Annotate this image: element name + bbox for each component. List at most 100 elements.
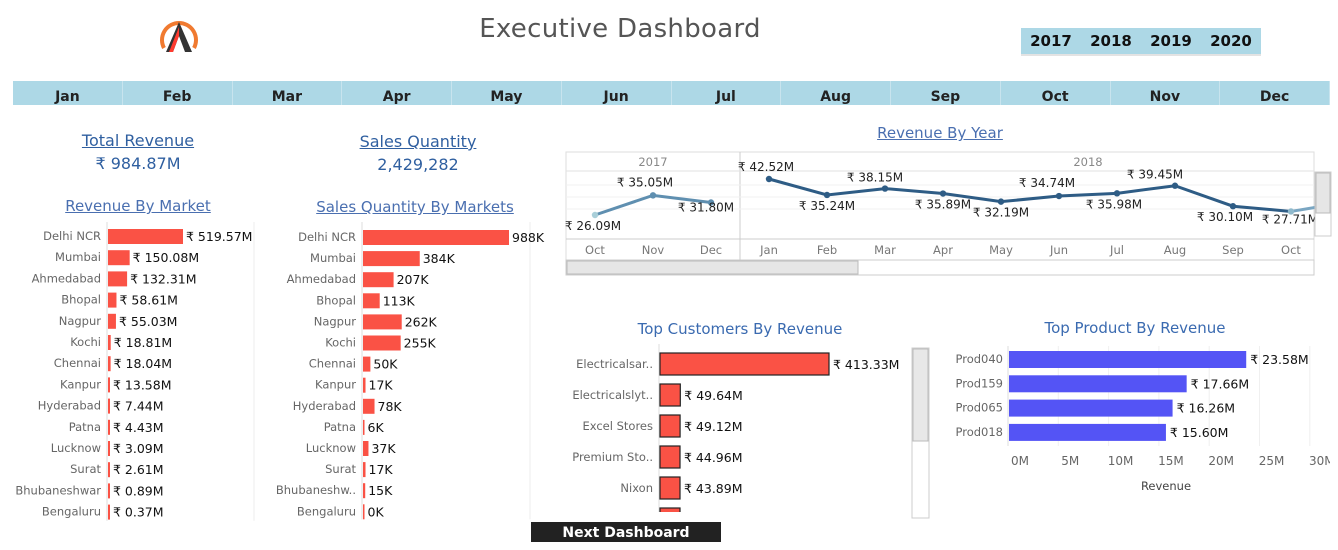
- x-tick-label: Feb: [817, 243, 837, 257]
- month-filter-aug[interactable]: Aug: [781, 81, 891, 105]
- data-label: ₹ 18.81M: [114, 335, 173, 350]
- next-dashboard-button[interactable]: Next Dashboard: [531, 522, 721, 542]
- data-label: 6K: [368, 420, 385, 435]
- data-label: ₹ 38.15M: [847, 171, 903, 185]
- bar: [363, 272, 394, 288]
- top-product-title: Top Product By Revenue: [1044, 319, 1226, 337]
- x-tick-label: Aug: [1164, 243, 1186, 257]
- category-label: Premium Sto..: [572, 450, 653, 464]
- x-tick-label: Oct: [1281, 243, 1301, 257]
- x-tick-label: Sep: [1222, 243, 1244, 257]
- revenue-by-year-title: Revenue By Year: [877, 124, 1003, 142]
- bar: [108, 377, 110, 393]
- category-label: Ahmedabad: [32, 271, 101, 285]
- bar: [363, 462, 366, 478]
- data-label: 17K: [369, 462, 394, 477]
- category-label: Bhubaneshwar: [15, 483, 101, 497]
- category-label: Hyderabad: [293, 399, 356, 413]
- category-label: Surat: [70, 462, 101, 476]
- category-label: Excel Stores: [582, 419, 653, 433]
- month-filter-apr[interactable]: Apr: [342, 81, 452, 105]
- scrollbar-thumb[interactable]: [566, 260, 859, 275]
- sales-quantity-value: 2,429,282: [377, 155, 459, 174]
- category-label: Bhopal: [61, 293, 101, 307]
- bar: [363, 356, 371, 372]
- month-filter-jan[interactable]: Jan: [13, 81, 123, 105]
- bar: [659, 476, 681, 500]
- month-filter-mar[interactable]: Mar: [233, 81, 343, 105]
- month-filter-oct[interactable]: Oct: [1001, 81, 1111, 105]
- category-label: Prod018: [956, 425, 1004, 439]
- data-label: ₹ 519.57M: [186, 229, 252, 244]
- bar: [363, 314, 402, 330]
- data-label: ₹ 3.09M: [113, 441, 164, 456]
- year-filter-2018[interactable]: 2018: [1081, 28, 1141, 54]
- data-point: [997, 198, 1005, 205]
- data-label: ₹ 150.08M: [133, 250, 199, 265]
- bar: [363, 441, 369, 456]
- category-label: Chennai: [309, 357, 356, 371]
- data-label: ₹ 34.74M: [1019, 176, 1075, 190]
- company-logo-icon: [160, 21, 198, 52]
- month-filter-jul[interactable]: Jul: [672, 81, 782, 105]
- bar: [1009, 351, 1247, 368]
- x-tick-label: May: [989, 243, 1013, 257]
- month-filter-may[interactable]: May: [452, 81, 562, 105]
- month-filter-sep[interactable]: Sep: [891, 81, 1001, 105]
- year-filter-2017[interactable]: 2017: [1021, 28, 1081, 54]
- top-customers-chart: Electricalsar.. ₹ 413.33M Electricalslyt..…: [560, 344, 930, 520]
- category-label: Surat: [325, 462, 356, 476]
- x-tick-label: Apr: [933, 243, 953, 257]
- data-label: ₹ 27.71M: [1262, 212, 1318, 226]
- data-point: [823, 191, 831, 199]
- x-tick-label: Nov: [642, 243, 665, 257]
- x-tick-label: 0M: [1011, 454, 1029, 468]
- data-label: ₹ 39.45M: [1127, 168, 1183, 182]
- bar: [108, 504, 110, 520]
- data-label: ₹ 17.66M: [1191, 376, 1250, 391]
- bar: [108, 356, 111, 372]
- category-label: Kochi: [70, 335, 101, 349]
- data-point: [1171, 182, 1179, 189]
- vertical-scrollbar-thumb[interactable]: [1315, 172, 1331, 214]
- total-revenue-label: Total Revenue: [81, 131, 195, 150]
- vertical-scrollbar-thumb[interactable]: [912, 348, 929, 442]
- month-filter-nov[interactable]: Nov: [1111, 81, 1221, 105]
- month-filter-dec[interactable]: Dec: [1220, 81, 1330, 105]
- category-label: Electricalsar..: [576, 357, 653, 371]
- revenue-by-year-chart: 2017 2018 ₹ 26.09M Oct ₹ 35.05M Nov ₹ 31.80M De…: [565, 151, 1332, 276]
- category-label: Nagpur: [314, 314, 357, 328]
- bar: [108, 483, 110, 499]
- bar: [363, 293, 380, 309]
- data-label: ₹ 35.89M: [915, 198, 971, 212]
- data-point: [939, 190, 947, 197]
- month-filter-feb[interactable]: Feb: [123, 81, 233, 105]
- data-label: ₹ 0.37M: [113, 505, 164, 520]
- year-filter-2020[interactable]: 2020: [1201, 28, 1261, 54]
- category-label: Bengaluru: [297, 504, 356, 518]
- bar: [108, 335, 111, 350]
- month-filter-jun[interactable]: Jun: [562, 81, 672, 105]
- data-label: ₹ 35.05M: [617, 175, 673, 189]
- data-label: 255K: [404, 336, 437, 351]
- revenue-by-market-title: Revenue By Market: [65, 197, 211, 215]
- data-point: [1055, 192, 1063, 200]
- data-label: 0K: [368, 504, 385, 519]
- category-label: Nagpur: [59, 314, 102, 328]
- x-tick-label: 30M: [1309, 454, 1330, 468]
- bar: [659, 414, 681, 438]
- category-label: Bengaluru: [42, 505, 101, 519]
- x-tick-label: Jan: [759, 243, 778, 257]
- data-point: [1229, 203, 1237, 210]
- bar: [363, 230, 509, 245]
- category-label: Bhubaneshw..: [276, 483, 356, 497]
- category-label: Kanpur: [60, 377, 101, 391]
- x-tick-label: 15M: [1158, 454, 1184, 468]
- year-filter-2019[interactable]: 2019: [1141, 28, 1201, 54]
- x-tick-label: Mar: [874, 243, 896, 257]
- total-revenue-value: ₹ 984.87M: [95, 154, 181, 173]
- category-label: Electricalslyt..: [572, 388, 653, 402]
- page-title: Executive Dashboard: [479, 14, 761, 44]
- data-label: ₹ 23.58M: [1250, 352, 1309, 367]
- x-tick-label: Jun: [1049, 243, 1068, 257]
